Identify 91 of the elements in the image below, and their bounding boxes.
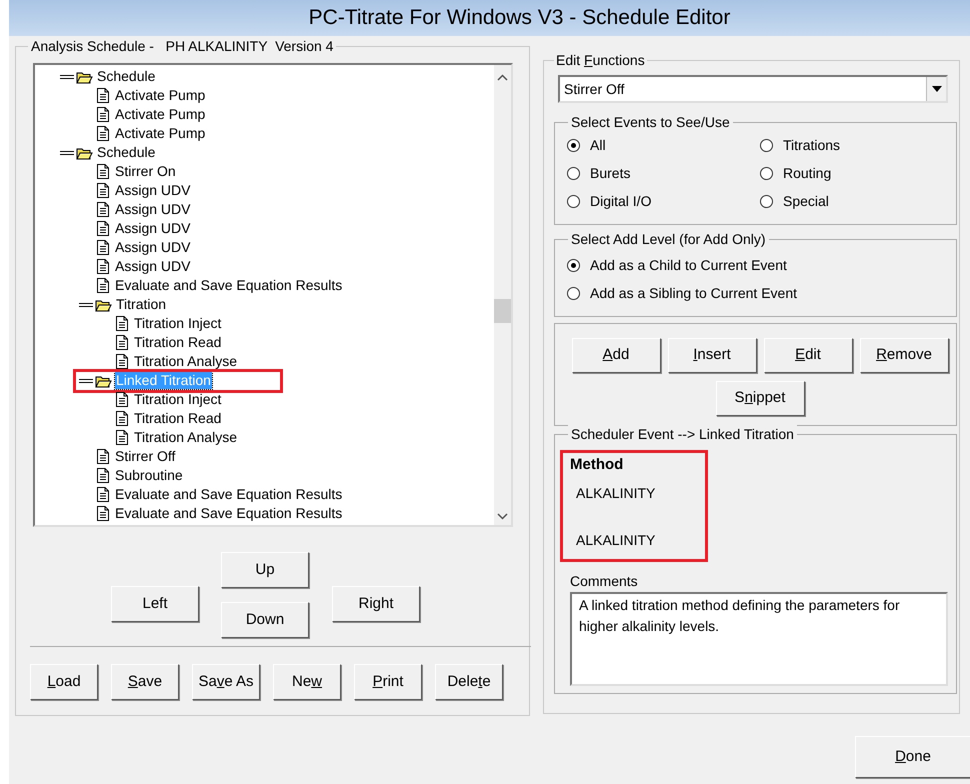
radio-button[interactable] [760,194,773,208]
scrollbar[interactable] [494,65,511,525]
tree-item[interactable]: Titration Inject [133,315,222,332]
radio-label: Routing [783,164,832,183]
radio-label: Digital I/O [590,192,652,211]
file-button[interactable]: Save [111,664,179,700]
collapse-icon[interactable] [79,378,93,382]
tree-item[interactable]: Titration Analyse [133,353,238,370]
event-dropdown[interactable]: Stirrer Off [558,75,948,103]
action-button[interactable]: Remove [860,338,948,373]
document-icon [114,353,130,370]
tree-item[interactable]: Assign UDV [114,258,192,275]
file-button[interactable]: Save As [192,664,260,700]
tree-item[interactable]: Activate Pump [114,125,206,142]
tree-item[interactable]: Titration Inject [133,391,222,408]
tree-item[interactable]: Evaluate and Save Equation Results [114,505,344,522]
document-icon [114,334,130,351]
tree-item[interactable]: Stirrer Off [114,448,176,465]
move-button[interactable]: Up [221,552,309,588]
document-icon [114,315,130,332]
action-button[interactable]: Edit [764,338,852,373]
document-icon [95,467,111,484]
radio-button[interactable] [760,138,773,152]
document-icon [95,163,111,180]
collapse-icon[interactable] [60,150,74,154]
document-icon [95,277,111,294]
document-icon [95,220,111,237]
done-button[interactable]: Done [855,736,970,778]
move-button[interactable]: Right [332,586,420,622]
file-button[interactable]: Print [354,664,422,700]
move-button[interactable]: Left [111,586,199,622]
radio-label: Add as a Child to Current Event [590,256,787,274]
document-icon [114,429,130,446]
document-icon [114,391,130,408]
document-icon [95,201,111,218]
method-name: ALKALINITY [576,531,656,550]
tree-item[interactable]: Titration Analyse [133,429,238,446]
file-button[interactable]: New [273,664,341,700]
radio-button[interactable] [567,166,580,180]
action-button[interactable]: Add [572,338,660,373]
document-icon [114,410,130,427]
scroll-up-icon[interactable] [497,74,508,81]
tree-item[interactable]: Titration Read [133,410,222,427]
method-name: ALKALINITY [576,484,656,503]
file-button[interactable]: Delete [435,664,503,700]
scroll-thumb[interactable] [494,299,511,323]
document-icon [95,239,111,256]
action-button[interactable]: Insert [668,338,756,373]
tree-item[interactable]: Assign UDV [114,220,192,237]
document-icon [95,448,111,465]
action-button[interactable]: Snippet [716,381,804,416]
tree-item[interactable]: Activate Pump [114,87,206,104]
dropdown-arrow-icon[interactable] [932,86,942,92]
move-button[interactable]: Down [221,602,309,638]
tree-item[interactable]: Assign UDV [114,239,192,256]
document-icon [95,182,111,199]
radio-label: Titrations [783,136,840,154]
radio-button[interactable] [760,166,773,180]
radio-button[interactable] [567,258,580,272]
radio-button[interactable] [567,194,580,208]
tree-item[interactable]: Schedule [96,68,156,85]
comments-field[interactable]: A linked titration method defining the parameters for higher alkalinity levels. [570,592,948,686]
radio-label: Add as a Sibling to Current Event [590,284,798,303]
document-icon [95,486,111,503]
tree-item[interactable]: Stirrer On [114,163,177,180]
document-icon [95,258,111,275]
collapse-icon[interactable] [60,74,74,78]
tree-item[interactable]: Titration [115,296,168,313]
document-icon [95,106,111,123]
tree-item[interactable]: Activate Pump [114,106,206,123]
tree-item[interactable]: Subroutine [114,467,184,484]
tree-item[interactable]: Evaluate and Save Equation Results [114,486,344,503]
scroll-down-icon[interactable] [497,513,508,520]
tree-item[interactable]: Assign UDV [114,182,192,199]
file-button[interactable]: Load [30,664,98,700]
document-icon [95,87,111,104]
tree-item[interactable]: Schedule [96,144,156,161]
radio-label: Special [783,192,829,211]
collapse-icon[interactable] [79,302,93,306]
radio-button[interactable] [567,286,580,300]
tree-item[interactable]: Titration Read [133,334,222,351]
window-title: PC-Titrate For Windows V3 - Schedule Editor [9,0,970,36]
tree-item[interactable]: Evaluate and Save Equation Results [114,277,344,294]
document-icon [95,505,111,522]
tree-item[interactable]: Assign UDV [114,201,192,218]
method-label: Method [570,455,624,475]
document-icon [95,125,111,142]
radio-label: All [590,136,606,154]
radio-button[interactable] [567,138,580,152]
comments-label: Comments [570,572,638,591]
radio-label: Burets [590,164,630,182]
